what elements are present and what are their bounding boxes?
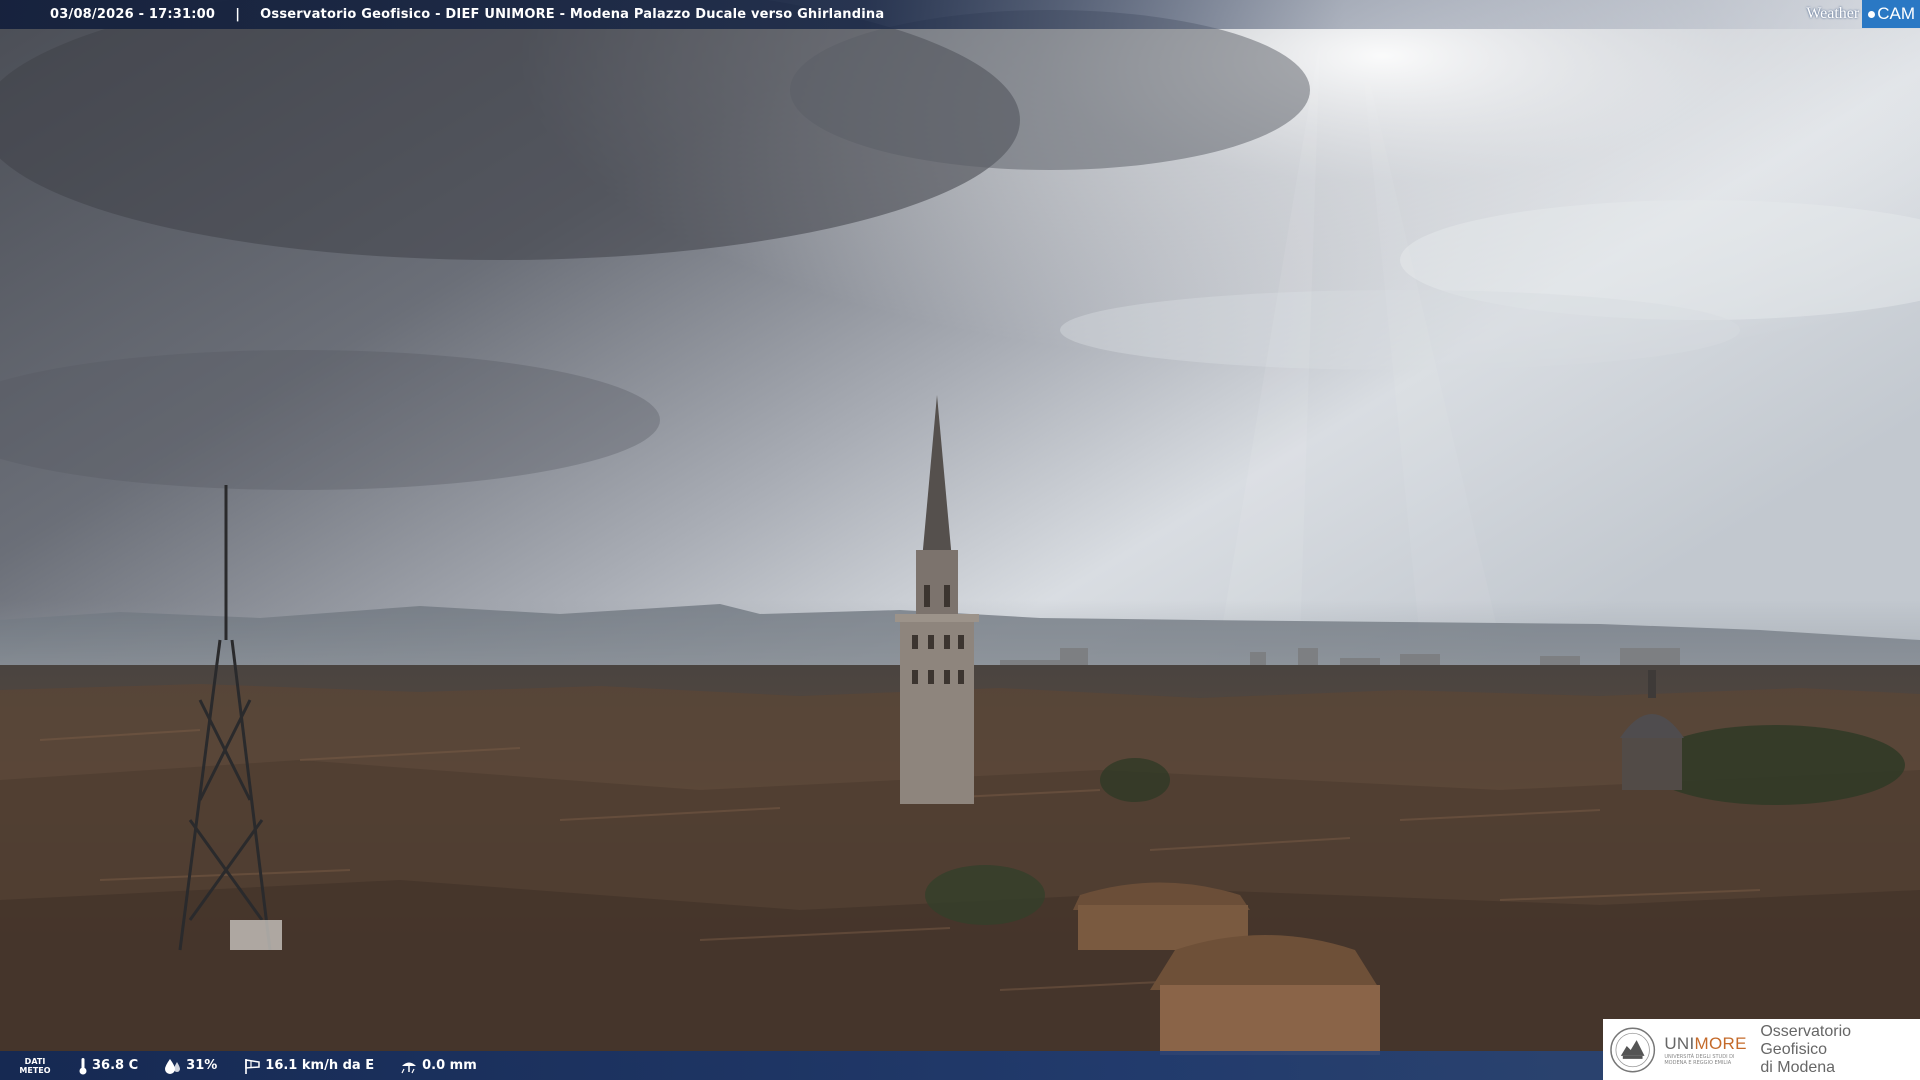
- weather-data-label-line1: DATI: [24, 1056, 46, 1066]
- top-info-bar: 03/08/2026 - 17:31:00 | Osservatorio Geo…: [0, 0, 1920, 29]
- thermometer-icon: [79, 1057, 87, 1074]
- temperature-value: 36.8 C: [92, 1058, 139, 1073]
- unimore-wordmark: UNIMORE UNIVERSITÀ DEGLI STUDI DI MODENA…: [1664, 1034, 1750, 1066]
- rain-icon: [401, 1062, 417, 1073]
- temperature-readout: 36.8 C: [78, 1057, 138, 1075]
- weathercam-logo: Weather CAM: [1806, 0, 1920, 28]
- weather-data-label: DATI METEO: [18, 1057, 52, 1075]
- weathercam-logo-cam: CAM: [1862, 0, 1920, 28]
- observatory-name-line1: Osservatorio Geofisico: [1760, 1022, 1852, 1058]
- header-separator: |: [235, 7, 241, 22]
- logo-dot-icon: [1868, 10, 1876, 18]
- wind-value: 16.1 km/h da E: [265, 1058, 375, 1073]
- humidity-drop-icon: [165, 1058, 181, 1074]
- rain-readout: 0.0 mm: [400, 1058, 477, 1074]
- weathercam-logo-cam-text: CAM: [1877, 4, 1915, 23]
- observatory-name-line2: di Modena: [1760, 1058, 1836, 1076]
- webcam-image: [0, 0, 1920, 1080]
- wind-readout: 16.1 km/h da E: [243, 1057, 374, 1075]
- humidity-readout: 31%: [164, 1058, 217, 1074]
- weather-data-label-line2: METEO: [19, 1065, 51, 1075]
- unimore-subtitle: UNIVERSITÀ DEGLI STUDI DI MODENA E REGGI…: [1664, 1053, 1735, 1066]
- humidity-value: 31%: [186, 1058, 218, 1073]
- rain-value: 0.0 mm: [422, 1058, 477, 1073]
- unimore-seal-icon: [1610, 1027, 1656, 1072]
- observatory-name: Osservatorio Geofisico di Modena: [1760, 1023, 1920, 1077]
- unimore-logo-panel: UNIMORE UNIVERSITÀ DEGLI STUDI DI MODENA…: [1603, 1019, 1920, 1080]
- camera-title: Osservatorio Geofisico - DIEF UNIMORE - …: [260, 7, 885, 22]
- unimore-name: UNIMORE: [1664, 1034, 1750, 1054]
- weathercam-logo-weather: Weather: [1806, 5, 1860, 22]
- capture-datetime: 03/08/2026 - 17:31:00: [50, 7, 216, 22]
- wind-icon: [245, 1058, 261, 1074]
- unimore-name-part2: MORE: [1694, 1033, 1747, 1053]
- unimore-name-part1: UNI: [1664, 1033, 1695, 1053]
